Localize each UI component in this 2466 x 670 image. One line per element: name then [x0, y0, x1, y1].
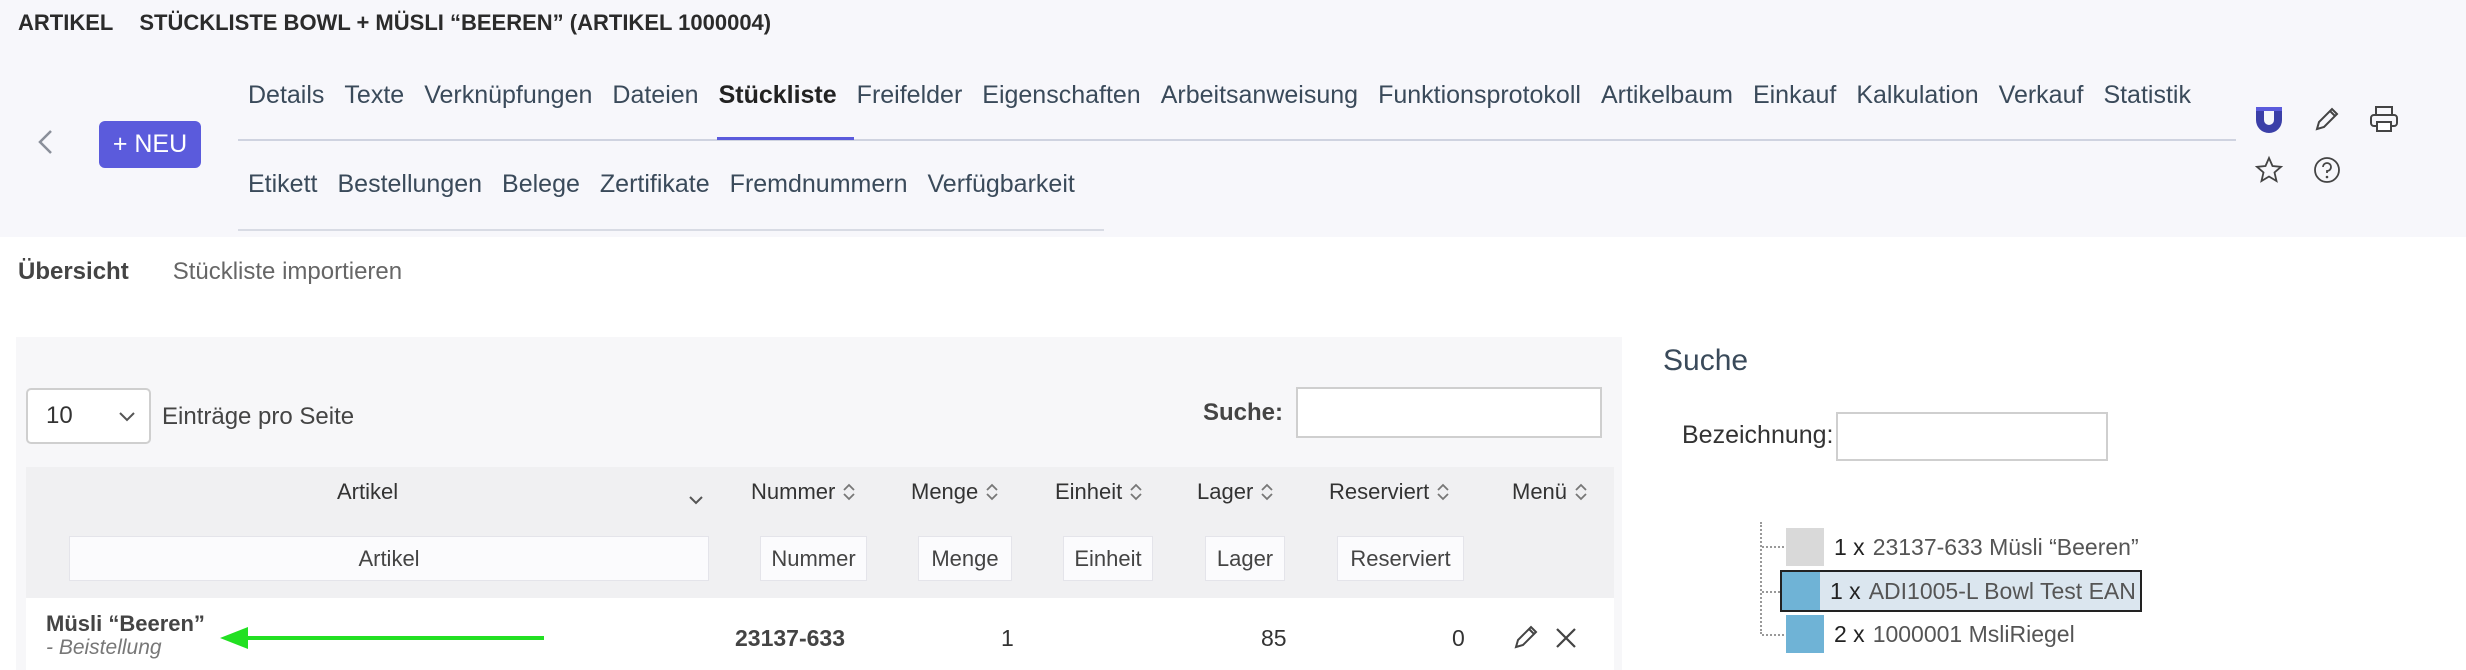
tab-dateien[interactable]: Dateien — [602, 81, 708, 110]
edit-icon[interactable] — [1511, 622, 1541, 652]
tree-connector — [1762, 634, 1784, 636]
column-label: Menge — [911, 479, 979, 504]
tree-item-swatch — [1786, 528, 1824, 566]
edit-icon[interactable] — [2310, 102, 2344, 136]
tab-bestellungen[interactable]: Bestellungen — [327, 170, 492, 199]
tab-eigenschaften[interactable]: Eigenschaften — [972, 81, 1150, 110]
tab-etikett[interactable]: Etikett — [238, 170, 327, 199]
back-button[interactable] — [28, 124, 64, 160]
page-title: STÜCKLISTE BOWL + MÜSLI “BEEREN” (ARTIKE… — [139, 10, 772, 35]
tab-fremdnummern[interactable]: Fremdnummern — [720, 170, 918, 199]
column-label: Lager — [1197, 479, 1254, 504]
tree-item-selected[interactable]: 1 x ADI1005-L Bowl Test EAN — [1780, 570, 2142, 612]
tree-item-qty: 2 x — [1834, 620, 1865, 647]
tab-zertifikate[interactable]: Zertifikate — [590, 170, 720, 199]
print-icon[interactable] — [2367, 102, 2401, 136]
help-icon[interactable] — [2310, 153, 2344, 187]
filter-reserviert[interactable]: Reserviert — [1337, 536, 1464, 581]
row-artikel-note: - Beistellung — [46, 636, 162, 659]
tree-item[interactable]: 2 x 1000001 MsliRiegel — [1786, 615, 2075, 653]
sort-icon — [1575, 483, 1587, 501]
tab-arbeitsanweisung[interactable]: Arbeitsanweisung — [1151, 81, 1368, 110]
column-label: Menü — [1512, 479, 1568, 504]
tree-item-desc: 23137-633 Müsli “Beeren” — [1872, 533, 2139, 560]
row-lager: 85 — [1261, 625, 1287, 651]
chevron-left-icon — [38, 130, 52, 154]
filter-menge[interactable]: Menge — [918, 536, 1012, 581]
row-nummer: 23137-633 — [735, 625, 845, 651]
tree-item[interactable]: 1 x 23137-633 Müsli “Beeren” — [1786, 528, 2139, 566]
page-length-select[interactable]: 10 — [26, 388, 151, 444]
column-header-reserviert[interactable]: Reserviert — [1329, 479, 1451, 505]
tab-einkauf[interactable]: Einkauf — [1743, 81, 1846, 110]
filter-lager[interactable]: Lager — [1205, 536, 1285, 581]
page-length-label: Einträge pro Seite — [162, 403, 355, 430]
column-header-lager[interactable]: Lager — [1197, 479, 1275, 505]
side-search-title: Suche — [1663, 344, 1749, 377]
new-button[interactable]: + NEU — [99, 121, 201, 168]
column-label: Artikel — [337, 479, 399, 504]
column-header-menue[interactable]: Menü — [1512, 479, 1589, 505]
subnav: Übersicht Stückliste importieren — [18, 258, 402, 286]
column-label: Einheit — [1055, 479, 1123, 504]
tree-item-desc: 1000001 MsliRiegel — [1872, 620, 2075, 647]
page-length-value: 10 — [46, 402, 73, 429]
tree-item-swatch — [1782, 572, 1820, 610]
filter-artikel[interactable]: Artikel — [69, 536, 709, 581]
tree-connector — [1762, 546, 1784, 548]
bezeichnung-input[interactable] — [1836, 412, 2108, 461]
column-label: Reserviert — [1329, 479, 1430, 504]
bezeichnung-label: Bezeichnung: — [1682, 421, 1834, 449]
star-icon[interactable] — [2252, 153, 2286, 187]
tab-funktionsprotokoll[interactable]: Funktionsprotokoll — [1368, 81, 1591, 110]
close-icon[interactable] — [1553, 625, 1579, 651]
tabs-row-primary: Details Texte Verknüpfungen Dateien Stüc… — [238, 70, 2201, 120]
row-artikel[interactable]: Müsli “Beeren” — [46, 611, 205, 637]
column-header-artikel[interactable]: Artikel — [337, 479, 398, 505]
filter-nummer[interactable]: Nummer — [760, 536, 867, 581]
tab-verfuegbarkeit[interactable]: Verfügbarkeit — [918, 170, 1085, 199]
tab-stueckliste[interactable]: Stückliste — [709, 81, 847, 110]
tree-item-desc: ADI1005-L Bowl Test EAN — [1868, 577, 2136, 604]
tab-freifelder[interactable]: Freifelder — [847, 81, 973, 110]
sort-icon — [1261, 483, 1273, 501]
row-reserviert: 0 — [1452, 625, 1465, 651]
tab-verknuepfungen[interactable]: Verknüpfungen — [414, 81, 602, 110]
breadcrumb: ARTIKEL STÜCKLISTE BOWL + MÜSLI “BEEREN” … — [18, 10, 771, 36]
tabs-divider-secondary — [238, 229, 1104, 231]
column-header-menge[interactable]: Menge — [911, 479, 1000, 505]
tree-item-swatch — [1786, 615, 1824, 653]
sort-icon — [1437, 483, 1449, 501]
tab-statistik[interactable]: Statistik — [2093, 81, 2201, 110]
search-label: Suche: — [1203, 399, 1284, 426]
tree-item-qty: 1 x — [1834, 533, 1865, 560]
sort-icon — [1130, 483, 1142, 501]
breadcrumb-section[interactable]: ARTIKEL — [18, 10, 113, 35]
row-menge: 1 — [1001, 625, 1014, 651]
search-input[interactable] — [1296, 387, 1602, 438]
tab-artikelbaum[interactable]: Artikelbaum — [1591, 81, 1743, 110]
active-tab-indicator — [717, 137, 854, 140]
column-header-nummer[interactable]: Nummer — [751, 479, 857, 505]
subnav-import[interactable]: Stückliste importieren — [173, 258, 402, 286]
tabs-row-secondary: Etikett Bestellungen Belege Zertifikate … — [238, 159, 1085, 209]
tree-item-qty: 1 x — [1830, 577, 1861, 604]
sort-icon — [986, 483, 998, 501]
chevron-down-icon — [119, 412, 135, 422]
sort-icon — [843, 483, 855, 501]
tab-verkauf[interactable]: Verkauf — [1989, 81, 2094, 110]
tab-belege[interactable]: Belege — [492, 170, 590, 199]
subnav-overview[interactable]: Übersicht — [18, 258, 129, 286]
tab-texte[interactable]: Texte — [334, 81, 414, 110]
column-label: Nummer — [751, 479, 836, 504]
tree-connector — [1760, 522, 1762, 634]
tabs-divider — [238, 139, 2236, 141]
sort-desc-icon[interactable] — [686, 490, 706, 510]
annotation-arrow — [220, 627, 544, 649]
filter-einheit[interactable]: Einheit — [1063, 536, 1153, 581]
column-header-einheit[interactable]: Einheit — [1055, 479, 1144, 505]
brand-logo-icon[interactable] — [2252, 102, 2286, 136]
tab-details[interactable]: Details — [238, 81, 334, 110]
tab-kalkulation[interactable]: Kalkulation — [1846, 81, 1988, 110]
